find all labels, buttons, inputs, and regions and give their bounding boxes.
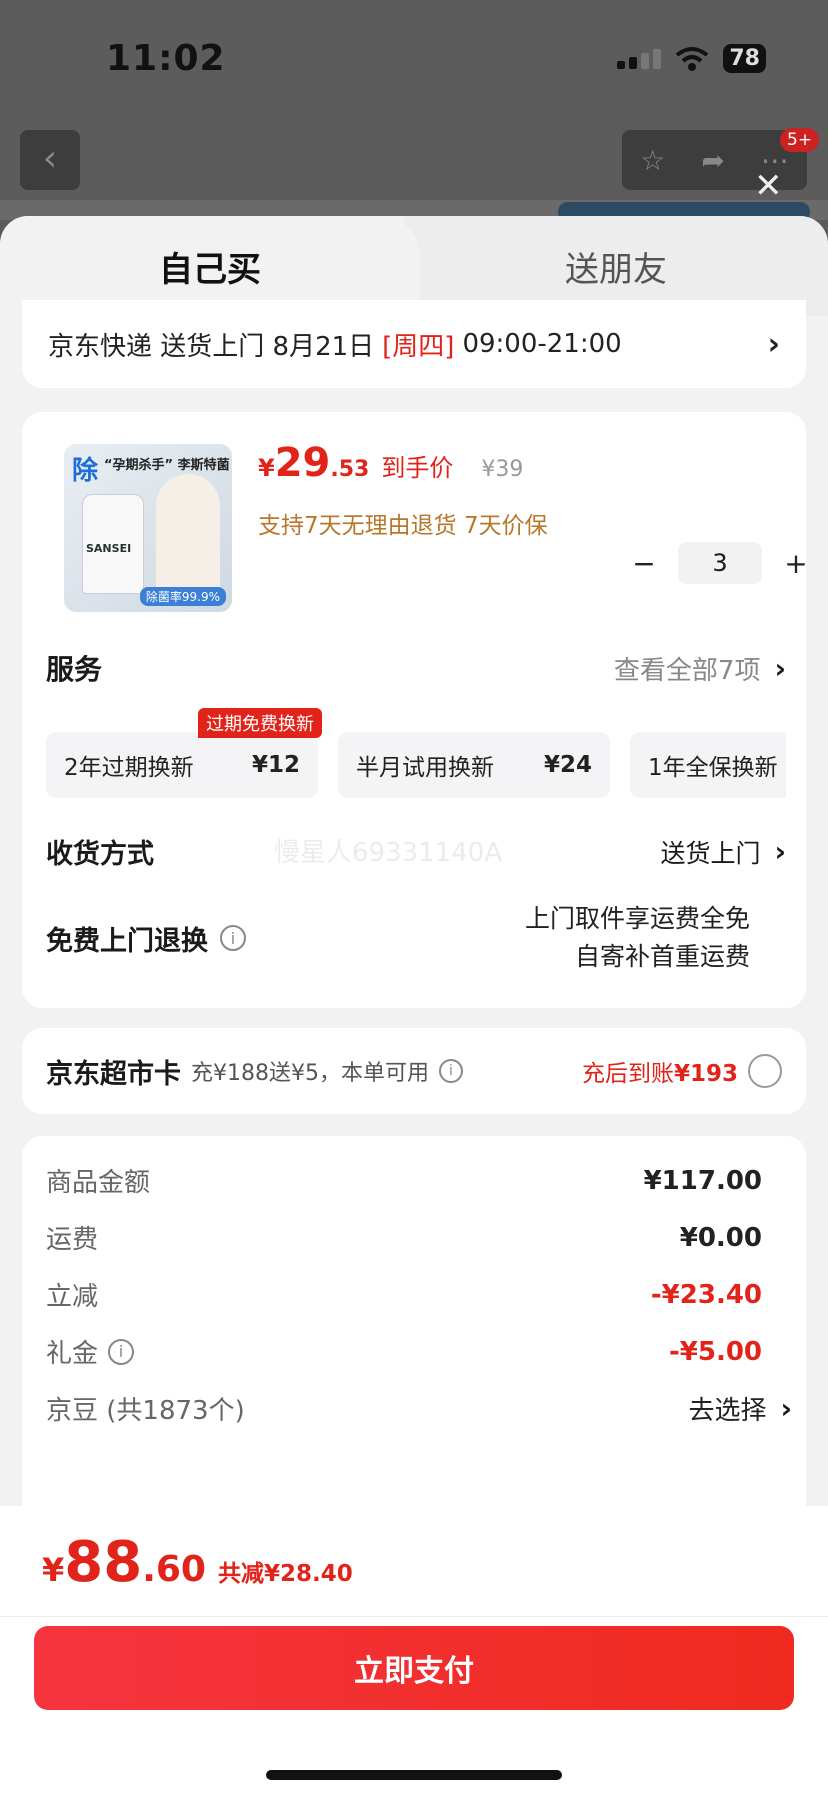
person-graphic	[156, 474, 220, 604]
summary-row: 商品金额 ¥117.00	[46, 1162, 762, 1199]
service-name: 1年全保换新	[648, 755, 778, 781]
summary-value: ¥0.00	[679, 1222, 762, 1253]
increase-button[interactable]: +	[778, 547, 814, 580]
summary-value: -¥23.40	[650, 1279, 762, 1310]
image-brand: SANSEI	[86, 542, 132, 555]
delivery-row[interactable]: 京东快递 送货上门 8月21日 [周四] 09:00-21:00 ›	[22, 300, 806, 388]
jd-beans-row[interactable]: 京豆 (共1873个) 去选择 ›	[46, 1390, 792, 1427]
services-title: 服务	[46, 653, 103, 686]
info-icon[interactable]: i	[108, 1338, 135, 1365]
info-icon[interactable]: i	[438, 1059, 463, 1083]
summary-label: 商品金额	[46, 1168, 151, 1198]
chevron-right-icon: ›	[780, 1392, 792, 1425]
summary-row: 礼金 i -¥5.00	[46, 1333, 762, 1370]
checkout-footer: ¥ 88 .60 共减¥28.40 立即支付	[0, 1506, 828, 1796]
signal-icon	[617, 48, 662, 69]
quantity-input[interactable]: 3	[678, 542, 762, 584]
battery-icon: 78	[723, 44, 766, 73]
message-badge: 5+	[780, 128, 820, 152]
image-caption: “孕期杀手” 李斯特菌	[104, 458, 230, 473]
service-badge: 过期免费换新	[198, 708, 322, 738]
service-option[interactable]: 半月试用换新 ¥24	[338, 732, 610, 798]
service-price: ¥12	[251, 752, 300, 778]
decrease-button[interactable]: −	[626, 547, 662, 580]
divider	[0, 1616, 828, 1617]
free-return-detail: 上门取件享运费全免 自寄补首重运费	[525, 900, 750, 976]
guarantee-text: 支持7天无理由退货 7天价保	[258, 513, 548, 539]
service-name: 半月试用换新	[356, 755, 494, 781]
summary-row: 立减 -¥23.40	[46, 1276, 762, 1313]
total-yen: ¥	[42, 1551, 65, 1589]
free-return-line1: 上门取件享运费全免	[524, 904, 750, 933]
summary-value: 去选择	[688, 1396, 767, 1426]
jd-card-radio[interactable]	[748, 1054, 782, 1088]
chevron-right-icon: ›	[774, 651, 786, 685]
price-integer: 29	[274, 440, 331, 486]
shipping-value: 送货上门	[660, 838, 761, 868]
image-rate: 除菌率99.9%	[139, 587, 226, 606]
back-icon[interactable]: ‹	[20, 130, 80, 190]
total-integer: 88	[64, 1530, 143, 1595]
service-option[interactable]: 2年过期换新 ¥12	[46, 732, 318, 798]
summary-label: 礼金 i	[46, 1333, 135, 1370]
summary-value: ¥117.00	[643, 1165, 762, 1196]
price-row: ¥ 29 .53 到手价 ¥39	[258, 440, 523, 486]
chevron-right-icon: ›	[774, 835, 786, 868]
product-card: 除 “孕期杀手” 李斯特菌 SANSEI 除菌率99.9% ¥ 29 .53 到…	[22, 412, 808, 1008]
shipping-label: 收货方式	[46, 839, 154, 870]
free-return-line2: 自寄补首重运费	[574, 942, 750, 971]
jd-card-row[interactable]: 京东超市卡 充¥188送¥5，本单可用 i 充后到账¥193	[22, 1028, 806, 1114]
services-list: 2年过期换新 ¥12 半月试用换新 ¥24 1年全保换新	[46, 732, 786, 798]
total-decimal: .60	[142, 1549, 206, 1590]
price-label: 到手价	[381, 454, 454, 482]
total-saved: 共减¥28.40	[217, 1561, 353, 1587]
price-decimal: .53	[330, 457, 370, 482]
service-price: ¥24	[543, 752, 592, 778]
summary-row: 运费 ¥0.00	[46, 1219, 762, 1256]
total-price: ¥ 88 .60 共减¥28.40	[42, 1530, 353, 1595]
price-yen: ¥	[258, 454, 275, 482]
jd-card-title: 京东超市卡	[46, 1058, 181, 1090]
services-header[interactable]: 服务 查看全部7项 ›	[46, 648, 786, 688]
pay-now-button[interactable]: 立即支付	[34, 1626, 794, 1710]
service-name: 2年过期换新	[64, 755, 194, 781]
free-return-title: 免费上门退换	[46, 925, 208, 957]
quantity-stepper: − 3 +	[626, 542, 814, 584]
product-image[interactable]: 除 “孕期杀手” 李斯特菌 SANSEI 除菌率99.9%	[64, 444, 232, 612]
info-icon[interactable]: i	[220, 925, 246, 951]
delivery-weekday: [周四]	[382, 331, 455, 362]
jd-card-after: 充后到账¥193	[581, 1061, 738, 1087]
summary-label: 京豆 (共1873个)	[46, 1396, 245, 1426]
service-option[interactable]: 1年全保换新	[630, 732, 786, 798]
status-time: 11:02	[106, 38, 226, 79]
free-return-row: 免费上门退换 i 上门取件享运费全免 自寄补首重运费	[46, 900, 786, 976]
background-page	[0, 0, 828, 230]
wifi-icon	[676, 46, 709, 71]
star-icon[interactable]: ☆	[640, 144, 665, 177]
shipping-method-row[interactable]: 收货方式 送货上门 ›	[46, 832, 786, 871]
image-tag: 除	[72, 456, 99, 486]
status-icons: 78	[617, 44, 766, 73]
home-indicator[interactable]	[266, 1770, 562, 1780]
close-icon[interactable]: ✕	[754, 166, 783, 206]
summary-value: -¥5.00	[668, 1336, 762, 1367]
share-icon[interactable]: ➦	[701, 144, 724, 177]
original-price: ¥39	[481, 457, 524, 482]
jd-card-desc: 充¥188送¥5，本单可用	[191, 1061, 429, 1086]
delivery-text: 京东快递 送货上门 8月21日	[48, 331, 375, 362]
summary-label: 立减	[46, 1282, 99, 1312]
delivery-time: 09:00-21:00	[462, 329, 622, 359]
chevron-right-icon: ›	[767, 326, 780, 362]
summary-label: 运费	[46, 1225, 99, 1255]
free-return-label: 免费上门退换 i	[46, 900, 246, 976]
services-view-all[interactable]: 查看全部7项	[614, 650, 761, 687]
